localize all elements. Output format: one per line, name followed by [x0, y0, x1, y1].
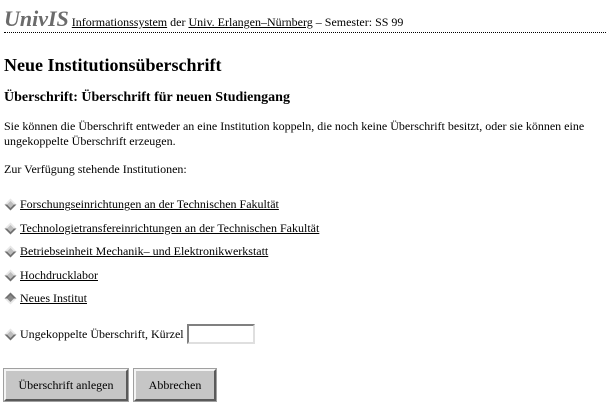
description-text: Sie können die Überschrift entweder an e…	[4, 119, 585, 148]
subtitle: Überschrift: Überschrift für neuen Studi…	[4, 90, 290, 105]
header-der-text: der	[170, 15, 186, 29]
cancel-button[interactable]: Abbrechen	[133, 368, 217, 402]
institution-link-neues-institut[interactable]: Neues Institut	[20, 291, 87, 306]
diamond-radio-icon[interactable]	[4, 198, 17, 211]
diamond-radio-icon[interactable]	[4, 269, 17, 282]
header-bar: UnivIS Informationssystem der Univ. Erla…	[4, 6, 606, 33]
institution-option-hochdrucklabor[interactable]: Hochdrucklabor	[4, 264, 319, 288]
diamond-radio-icon[interactable]	[4, 222, 17, 235]
diamond-radio-icon[interactable]	[4, 245, 17, 258]
institution-option-betriebseinheit[interactable]: Betriebseinheit Mechanik– und Elektronik…	[4, 240, 319, 264]
institution-link-forschung[interactable]: Forschungseinrichtungen an der Technisch…	[20, 197, 279, 212]
info-system-link[interactable]: Informationssystem	[72, 15, 167, 29]
semester-text: – Semester: SS 99	[315, 15, 404, 29]
page-title: Neue Institutionsüberschrift	[4, 55, 222, 75]
create-heading-button[interactable]: Überschrift anlegen	[3, 368, 129, 402]
institution-link-technologietransfer[interactable]: Technologietransfereinrichtungen an der …	[20, 221, 319, 236]
button-row: Überschrift anlegen Abbrechen	[3, 368, 217, 402]
institution-option-technologietransfer[interactable]: Technologietransfereinrichtungen an der …	[4, 217, 319, 241]
institution-option-neues-institut[interactable]: Neues Institut	[4, 287, 319, 311]
uncoupled-heading-label: Ungekoppelte Überschrift, Kürzel	[20, 326, 184, 341]
institution-option-forschung[interactable]: Forschungseinrichtungen an der Technisch…	[4, 193, 319, 217]
institution-link-betriebseinheit[interactable]: Betriebseinheit Mechanik– und Elektronik…	[20, 244, 268, 259]
available-institutions-label: Zur Verfügung stehende Institutionen:	[4, 162, 187, 176]
institution-list: Forschungseinrichtungen an der Technisch…	[4, 193, 319, 311]
institution-link-hochdrucklabor[interactable]: Hochdrucklabor	[20, 268, 98, 283]
uncoupled-heading-row: Ungekoppelte Überschrift, Kürzel	[4, 321, 255, 347]
abbreviation-input[interactable]	[186, 324, 255, 344]
diamond-radio-icon[interactable]	[4, 292, 17, 305]
university-link[interactable]: Univ. Erlangen–Nürnberg	[188, 15, 312, 29]
univis-logo: UnivIS	[4, 6, 69, 31]
diamond-radio-icon[interactable]	[4, 328, 17, 341]
